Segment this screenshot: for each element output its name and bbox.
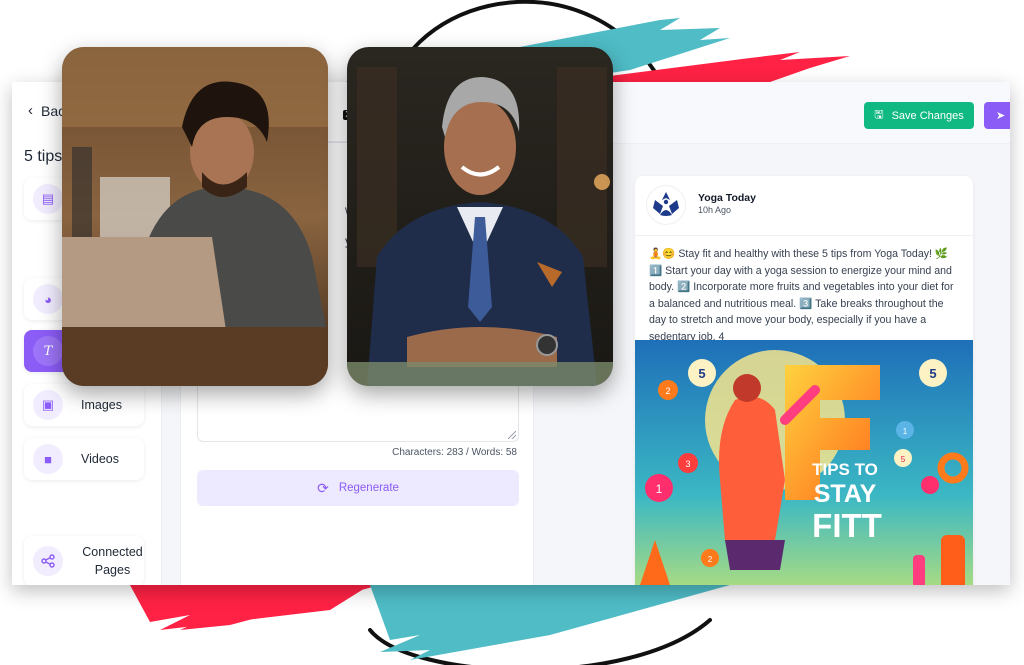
svg-text:FITT: FITT: [812, 507, 882, 544]
svg-text:2: 2: [708, 555, 713, 564]
yoga-logo-avatar: [647, 186, 685, 224]
sidebar-item-label: Videos: [81, 452, 119, 466]
video-icon: ■: [33, 444, 63, 474]
document-title: 5 tips: [24, 148, 63, 165]
publish-button[interactable]: ➤: [984, 102, 1010, 129]
post-body: 🧘😊 Stay fit and healthy with these 5 tip…: [649, 248, 954, 343]
svg-text:1: 1: [656, 482, 663, 496]
photo-businessman: [347, 47, 613, 386]
post-preview-card: Yoga Today 10h Ago 🧘😊 Stay fit and healt…: [635, 176, 973, 585]
refresh-icon: ⟳: [317, 479, 329, 496]
post-timestamp: 10h Ago: [698, 205, 732, 215]
sidebar-item-images[interactable]: ▣ Images: [24, 384, 144, 426]
save-icon: 🖫: [874, 109, 884, 121]
save-changes-button[interactable]: 🖫 Save Changes: [864, 102, 974, 129]
sidebar-item-label: Images: [81, 398, 122, 412]
svg-text:TIPS TO: TIPS TO: [812, 460, 878, 479]
regenerate-label: Regenerate: [338, 482, 399, 494]
palette-icon: ◕: [33, 284, 63, 314]
resize-handle[interactable]: [508, 431, 516, 439]
sidebar-item-connected-pages[interactable]: Connected Pages: [24, 536, 144, 585]
send-icon: ➤: [996, 110, 1006, 122]
regenerate-button[interactable]: ⟳ Regenerate: [197, 470, 519, 506]
svg-text:1: 1: [903, 427, 908, 436]
image-icon: ▣: [33, 390, 63, 420]
svg-text:5: 5: [901, 455, 906, 464]
share-icon: [33, 546, 63, 576]
svg-text:5: 5: [929, 366, 936, 381]
post-header: Yoga Today 10h Ago: [635, 176, 973, 236]
text-icon: T: [33, 336, 63, 366]
document-icon: ▤: [33, 184, 63, 214]
svg-text:2: 2: [665, 386, 670, 396]
sidebar-item-videos[interactable]: ■ Videos: [24, 438, 144, 480]
save-label: Save Changes: [891, 109, 964, 122]
svg-text:3: 3: [685, 459, 690, 469]
sidebar-item-label: Connected Pages: [82, 545, 143, 577]
post-author: Yoga Today: [698, 192, 756, 204]
svg-text:5: 5: [698, 366, 705, 381]
character-word-counter: Characters: 283 / Words: 58: [392, 447, 517, 458]
brush-stroke-bottom: [130, 585, 730, 660]
photo-man-with-laptop: [62, 47, 328, 386]
chevron-left-icon: ‹: [28, 102, 33, 119]
svg-text:STAY: STAY: [814, 480, 877, 508]
post-image: 5 2 5 3 1 1 5 2 TIPS TO STAY FITT: [635, 340, 973, 585]
